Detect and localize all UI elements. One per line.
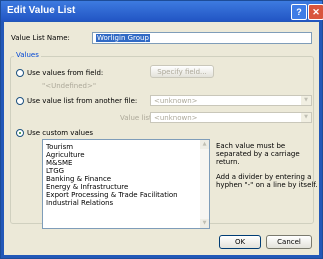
file-combo-value: <unknown> <box>154 97 198 105</box>
note-line: separated by a carriage <box>216 150 300 158</box>
chevron-down-icon: ▼ <box>301 113 311 122</box>
use-other-file-radio[interactable] <box>16 97 24 105</box>
value-list-label: Value list: <box>120 114 155 122</box>
note-line: Add a divider by entering a <box>216 173 312 181</box>
value-list-combo[interactable]: <unknown> ▼ <box>150 112 312 123</box>
list-item: M&SME <box>46 159 73 167</box>
undefined-field-text: "<Undefined>" <box>42 82 97 90</box>
note-line: return. <box>216 158 240 166</box>
chevron-down-icon[interactable]: ▼ <box>200 219 209 228</box>
list-item: Banking & Finance <box>46 175 112 183</box>
list-item: Energy & Infrastructure <box>46 183 129 191</box>
note-line: hyphen "-" on a line by itself. <box>216 181 318 189</box>
use-custom-values-radio[interactable] <box>16 129 24 137</box>
note-line: Each value must be <box>216 142 286 150</box>
dialog-title: Edit Value List <box>7 5 76 16</box>
value-list-name-field[interactable]: Worligin Group <box>92 32 312 44</box>
list-item: Tourism <box>46 143 74 151</box>
list-item: LTGG <box>46 167 65 175</box>
value-list-name-value: Worligin Group <box>96 34 150 42</box>
scrollbar[interactable]: ▲ ▼ <box>200 140 209 228</box>
cancel-button-label: Cancel <box>277 238 301 246</box>
ok-button[interactable]: OK <box>219 235 261 249</box>
list-item: Export Processing & Trade Facilitation <box>46 191 178 199</box>
close-icon[interactable]: ✕ <box>308 4 323 20</box>
specify-field-button[interactable]: Specify field... <box>150 65 214 78</box>
specify-field-button-label: Specify field... <box>157 68 207 76</box>
value-list-name-label: Value List Name: <box>11 34 70 42</box>
use-custom-values-label[interactable]: Use custom values <box>27 129 93 137</box>
chevron-down-icon: ▼ <box>301 96 311 105</box>
values-group-legend: Values <box>14 51 41 59</box>
help-icon[interactable]: ? <box>291 4 307 20</box>
edit-value-list-dialog: Edit Value List ? ✕ Value List Name: Wor… <box>0 0 323 259</box>
file-combo[interactable]: <unknown> ▼ <box>150 95 312 106</box>
dialog-body: Value List Name: Worligin Group Values U… <box>4 22 319 255</box>
value-list-combo-value: <unknown> <box>154 114 198 122</box>
use-field-radio[interactable] <box>16 69 24 77</box>
use-other-file-label[interactable]: Use value list from another file: <box>27 97 137 105</box>
custom-values-textarea[interactable]: Tourism Agriculture M&SME LTGG Banking &… <box>42 139 210 229</box>
use-field-label[interactable]: Use values from field: <box>27 69 103 77</box>
chevron-up-icon[interactable]: ▲ <box>200 140 209 149</box>
list-item: Agriculture <box>46 151 85 159</box>
cancel-button[interactable]: Cancel <box>266 235 312 249</box>
title-bar[interactable]: Edit Value List ? ✕ <box>1 1 323 21</box>
ok-button-label: OK <box>234 238 246 246</box>
list-item: Industrial Relations <box>46 199 114 207</box>
